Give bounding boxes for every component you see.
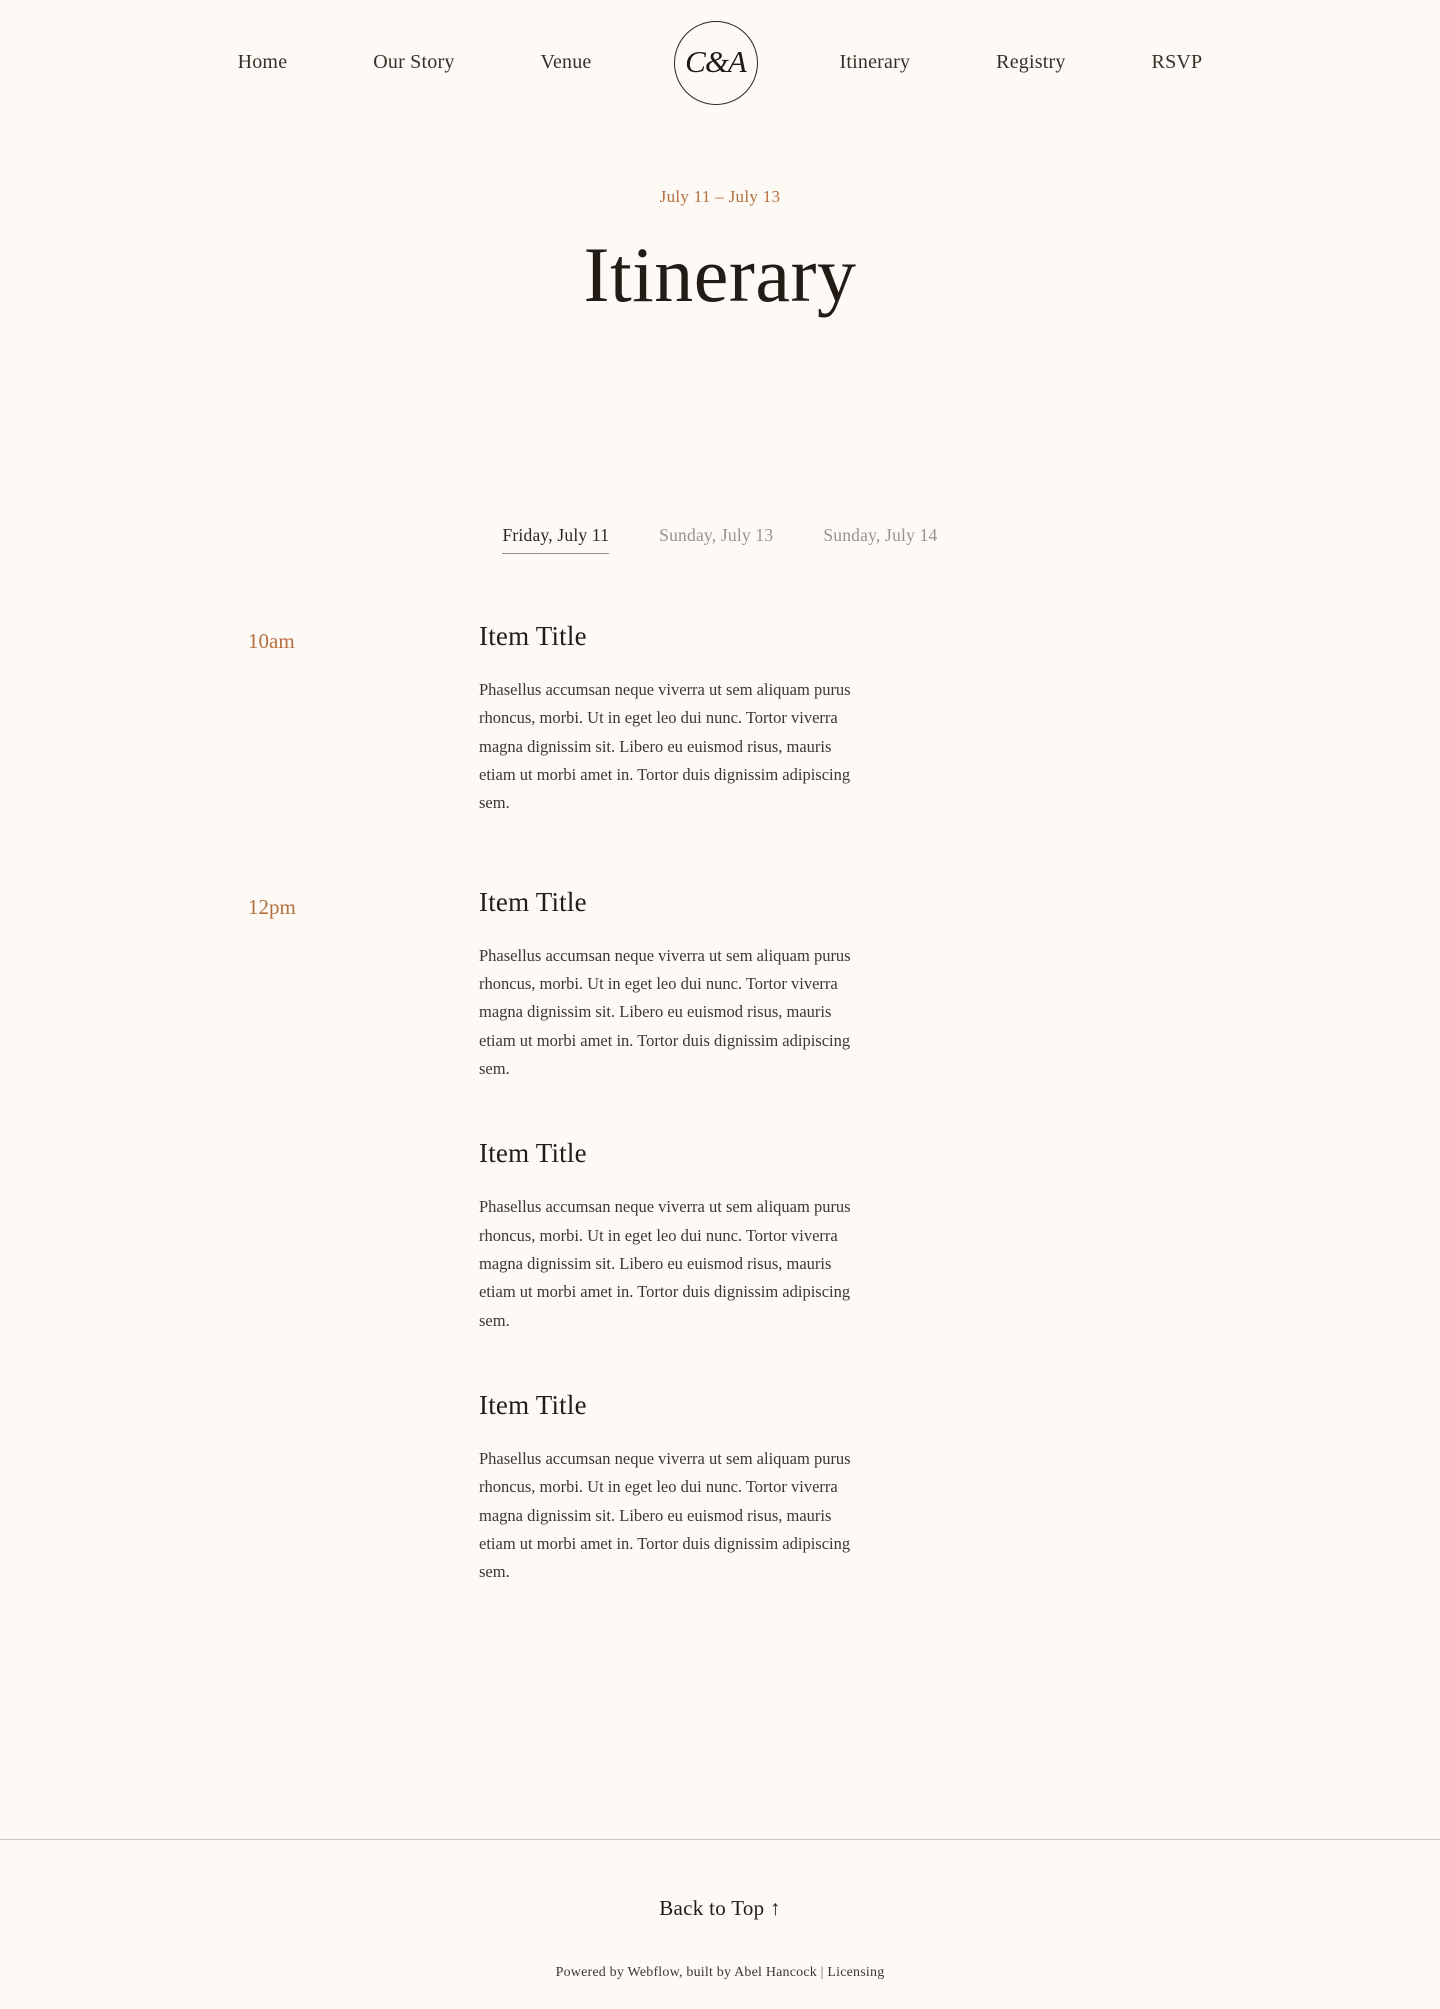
credit-prefix-text: Powered by <box>555 1965 628 1980</box>
nav-link-itinerary[interactable]: Itinerary <box>840 45 911 80</box>
time-block: 10am Item Title Phasellus accumsan neque… <box>248 620 1240 818</box>
item-title: Item Title <box>479 886 587 917</box>
schedule-list: 10am Item Title Phasellus accumsan neque… <box>0 620 1440 1721</box>
item-title: Item Title <box>479 1138 587 1169</box>
date-range: July 11 – July 13 <box>659 187 781 206</box>
item-description: Phasellus accumsan neque viverra ut sem … <box>479 1448 851 1582</box>
item-description: Phasellus accumsan neque viverra ut sem … <box>479 679 851 813</box>
site-logo[interactable]: C&A <box>673 20 758 105</box>
nav-link-venue[interactable]: Venue <box>541 45 592 80</box>
logo-monogram: C&A <box>685 44 747 79</box>
time-block: 12pm Item Title Phasellus accumsan neque… <box>248 886 1240 1587</box>
time-label: 12pm <box>248 894 296 919</box>
item-title: Item Title <box>479 621 587 652</box>
schedule-item: Item Title Phasellus accumsan neque vive… <box>479 1137 1240 1335</box>
credit-separator: | <box>816 1965 828 1980</box>
licensing-link[interactable]: Licensing <box>827 1965 884 1980</box>
page-root: Home Our Story Venue C&A Itinerary Regis… <box>0 0 1440 2009</box>
time-block-items: Item Title Phasellus accumsan neque vive… <box>479 620 1240 818</box>
footer-credits: Powered by Webflow, built by Abel Hancoc… <box>0 1965 1440 1981</box>
webflow-link[interactable]: Webflow <box>628 1965 679 1980</box>
credit-middle-text: , built by <box>679 1965 735 1980</box>
schedule-item: Item Title Phasellus accumsan neque vive… <box>479 1389 1240 1587</box>
nav-links-right: Itinerary Registry RSVP <box>840 45 1203 80</box>
page-title: Itinerary <box>583 231 857 318</box>
tab-friday-july-11[interactable]: Friday, July 11 <box>502 525 610 555</box>
nav-link-home[interactable]: Home <box>238 45 288 80</box>
nav-links-left: Home Our Story Venue <box>238 45 592 80</box>
nav-link-our-story[interactable]: Our Story <box>373 45 454 80</box>
time-label: 10am <box>248 629 295 654</box>
time-block-items: Item Title Phasellus accumsan neque vive… <box>479 886 1240 1587</box>
page-header: July 11 – July 13 Itinerary <box>0 125 1440 317</box>
schedule-item: Item Title Phasellus accumsan neque vive… <box>479 886 1240 1084</box>
item-description: Phasellus accumsan neque viverra ut sem … <box>479 945 851 1079</box>
back-to-top-link[interactable]: Back to Top ↑ <box>659 1896 781 1921</box>
tab-sunday-july-13[interactable]: Sunday, July 13 <box>659 525 773 554</box>
schedule-item: Item Title Phasellus accumsan neque vive… <box>479 620 1240 818</box>
nav-link-rsvp[interactable]: RSVP <box>1152 45 1203 80</box>
day-tabs: Friday, July 11 Sunday, July 13 Sunday, … <box>0 525 1440 555</box>
nav-link-registry[interactable]: Registry <box>996 45 1065 80</box>
tab-sunday-july-14[interactable]: Sunday, July 14 <box>823 525 937 554</box>
page-footer: Back to Top ↑ Powered by Webflow, built … <box>0 1839 1440 2009</box>
author-link[interactable]: Abel Hancock <box>734 1965 817 1980</box>
main-navigation: Home Our Story Venue C&A Itinerary Regis… <box>0 0 1440 125</box>
item-title: Item Title <box>479 1390 587 1421</box>
item-description: Phasellus accumsan neque viverra ut sem … <box>479 1197 851 1330</box>
